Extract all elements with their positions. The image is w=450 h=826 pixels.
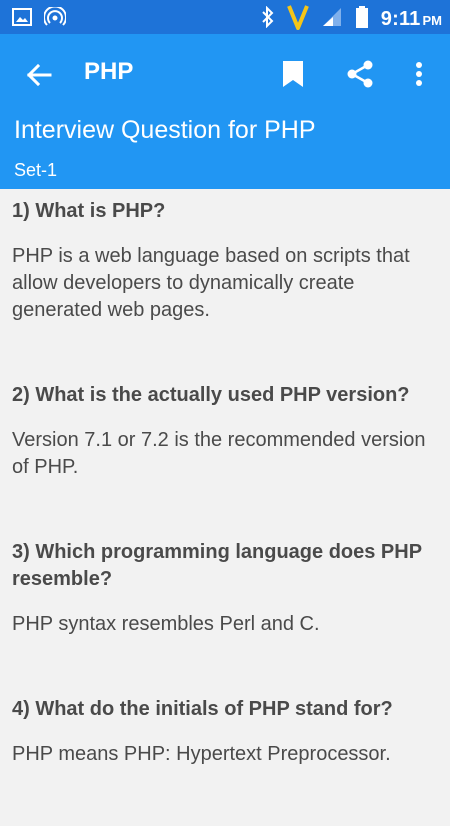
- qa-item: 1) What is PHP? PHP is a web language ba…: [12, 198, 440, 324]
- image-icon: [12, 8, 32, 31]
- bluetooth-icon: [261, 5, 275, 33]
- carrier-icon: [286, 4, 309, 35]
- question: 3) Which programming language does PHP r…: [12, 541, 422, 590]
- status-time: 9:11: [380, 8, 421, 30]
- status-ampm: PM: [422, 13, 443, 28]
- hotspot-icon: [43, 5, 67, 32]
- qa-item: 4) What do the initials of PHP stand for…: [12, 696, 440, 768]
- app-toolbar: PHP: [0, 34, 450, 114]
- qa-item: 3) Which programming language does PHP r…: [12, 539, 440, 638]
- bookmark-icon[interactable]: [280, 59, 310, 89]
- toolbar-title: PHP: [84, 58, 134, 85]
- back-arrow-icon[interactable]: [24, 60, 54, 90]
- question: 1) What is PHP?: [12, 200, 166, 222]
- question: 2) What is the actually used PHP version…: [12, 384, 410, 406]
- page-header: Interview Question for PHP Set-1: [0, 114, 450, 189]
- answer: PHP is a web language based on scripts t…: [12, 245, 410, 321]
- answer: PHP syntax resembles Perl and C.: [12, 613, 320, 635]
- share-icon[interactable]: [345, 59, 375, 89]
- signal-icon: [321, 6, 343, 33]
- more-vert-icon[interactable]: [404, 59, 434, 89]
- battery-icon: [355, 5, 369, 34]
- qa-list: 1) What is PHP? PHP is a web language ba…: [12, 198, 440, 826]
- question: 4) What do the initials of PHP stand for…: [12, 698, 393, 720]
- status-bar: 9:11 PM: [0, 0, 450, 34]
- qa-item: 2) What is the actually used PHP version…: [12, 382, 440, 481]
- page-title: Interview Question for PHP: [14, 116, 316, 144]
- answer: Version 7.1 or 7.2 is the recommended ve…: [12, 429, 426, 478]
- page-subtitle: Set-1: [14, 160, 58, 180]
- answer: PHP means PHP: Hypertext Preprocessor.: [12, 743, 391, 765]
